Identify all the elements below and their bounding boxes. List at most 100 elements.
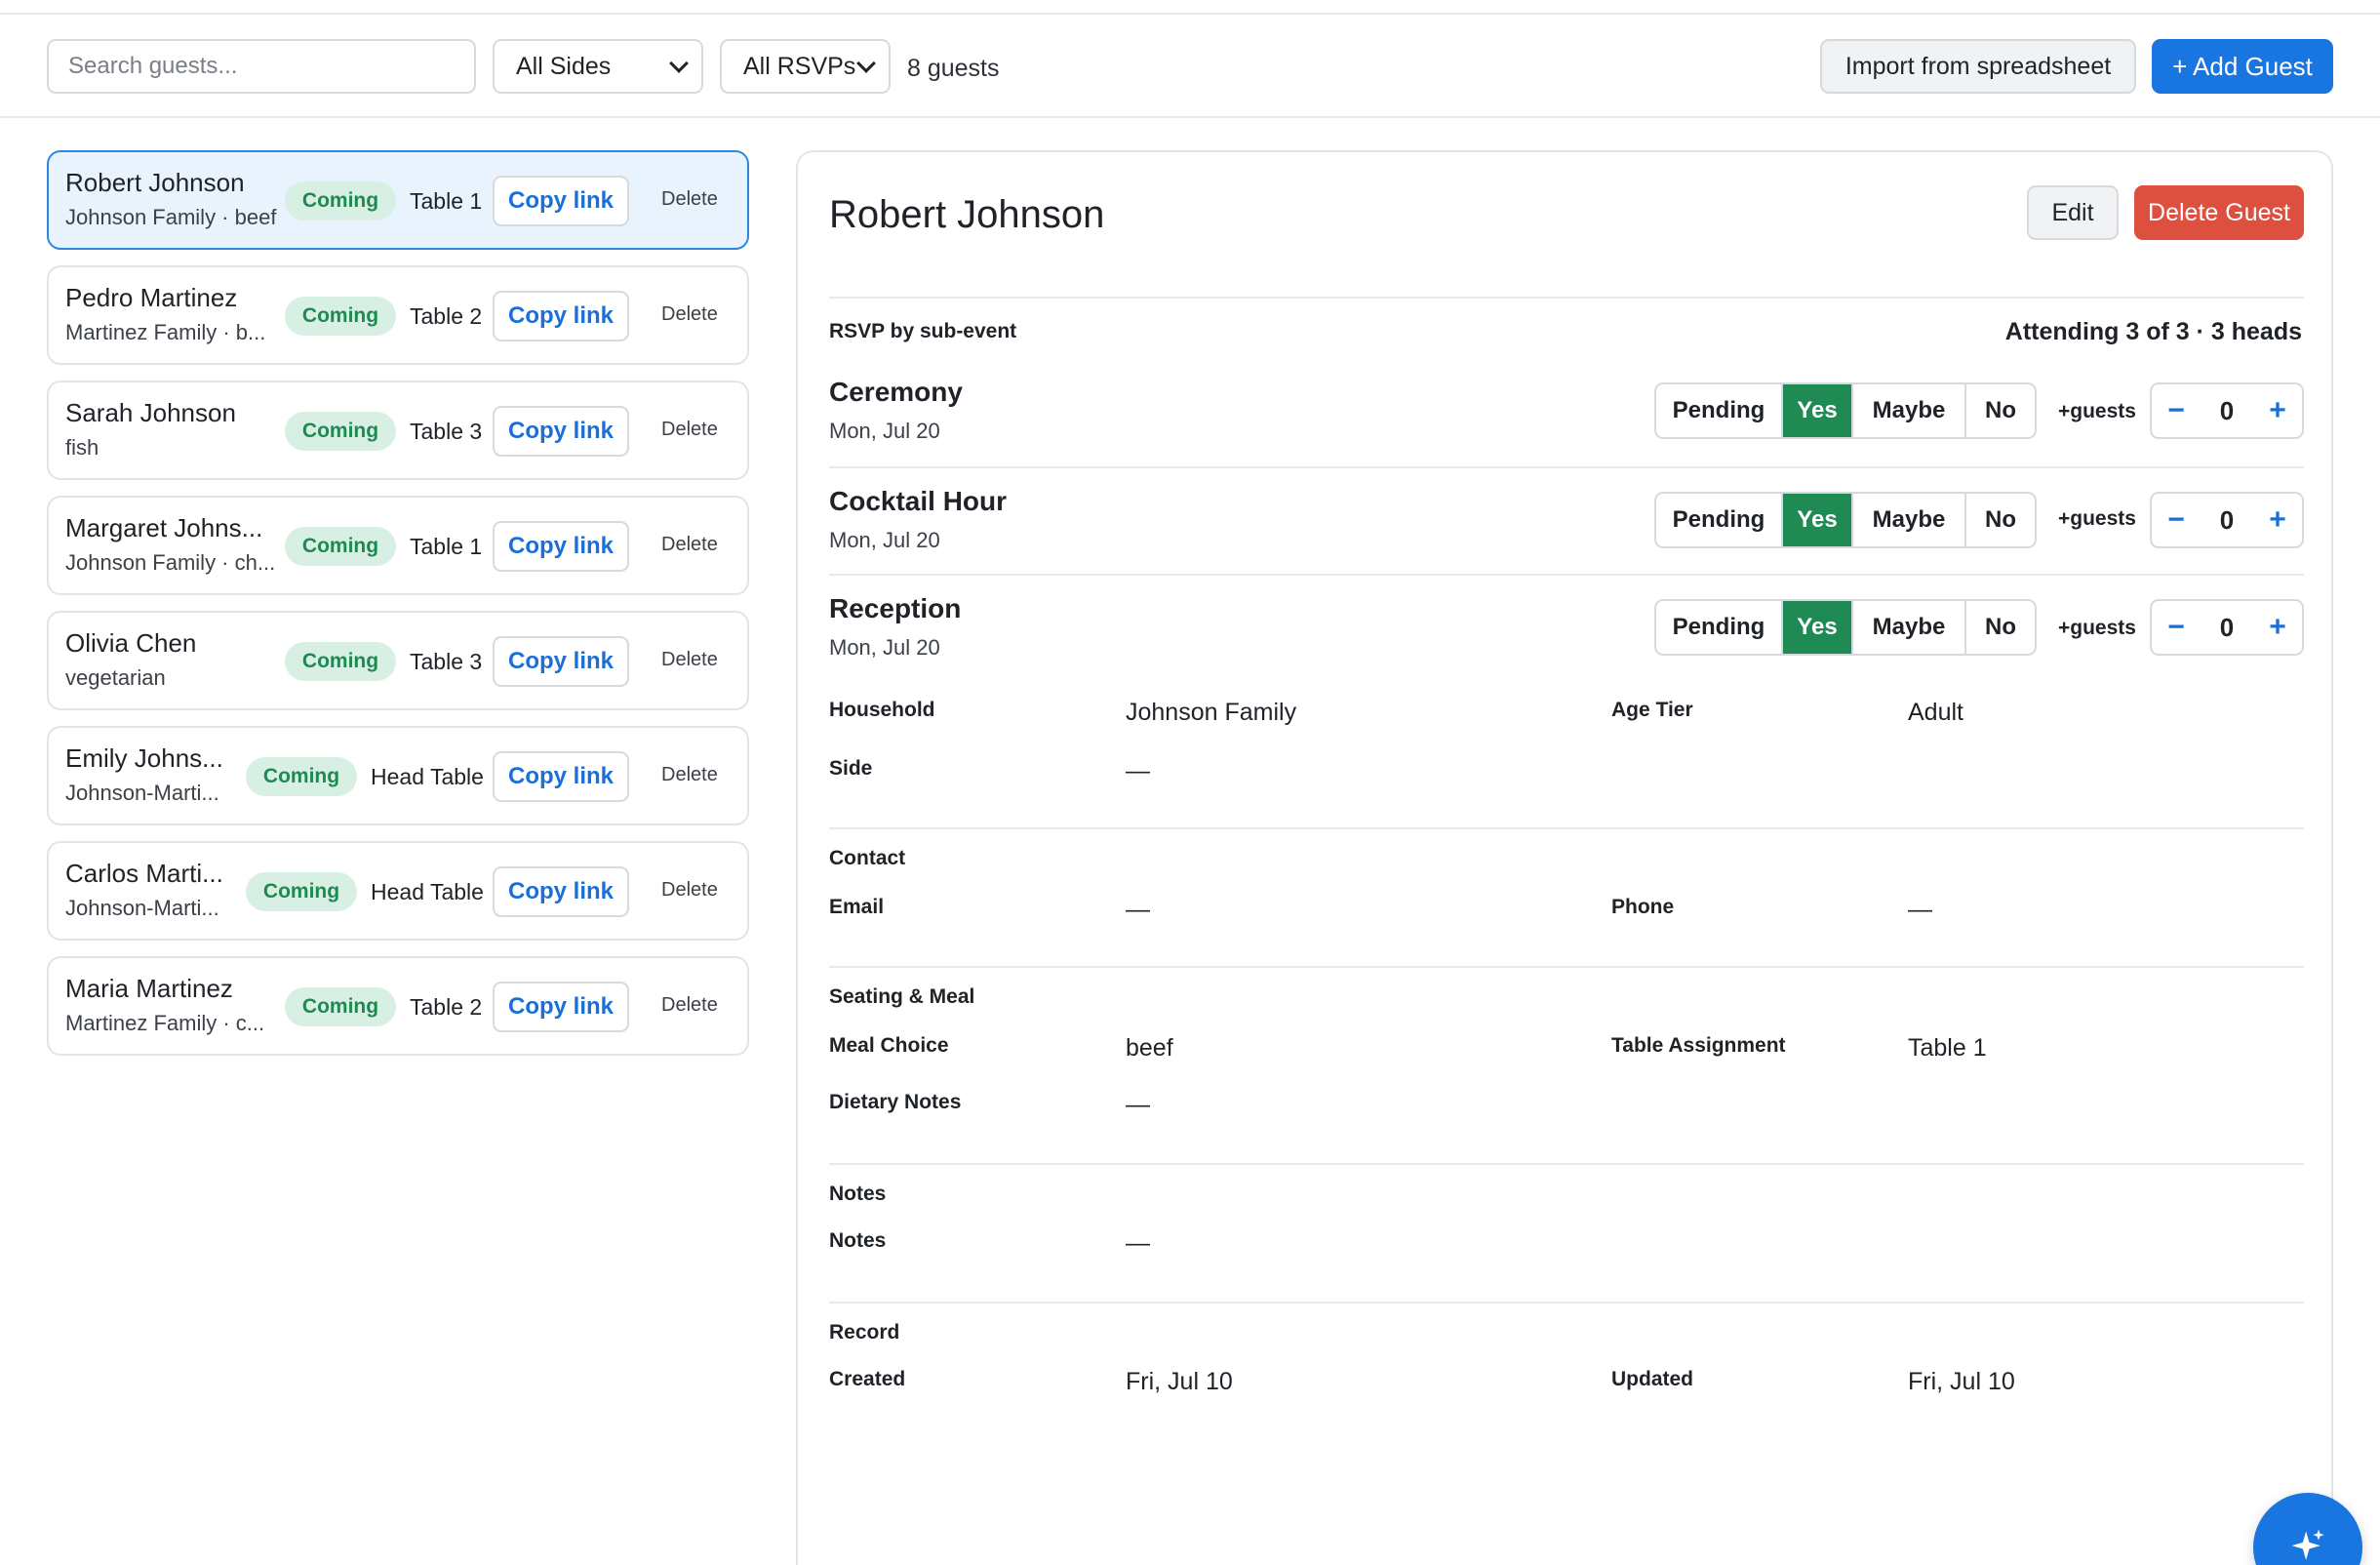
guest-subtitle: Johnson Family · ch... bbox=[65, 550, 276, 575]
record-heading: Record bbox=[829, 1321, 900, 1344]
minus-icon[interactable]: − bbox=[2152, 394, 2201, 427]
minus-icon[interactable]: − bbox=[2152, 611, 2201, 644]
guest-card[interactable]: Robert Johnson Johnson Family · beef Com… bbox=[47, 150, 749, 250]
table-label: Table 2 bbox=[410, 303, 483, 329]
plus-guests-stepper: − 0 + bbox=[2150, 599, 2304, 656]
delete-link[interactable]: Delete bbox=[661, 534, 718, 556]
table-label: Table 2 bbox=[410, 994, 483, 1020]
phone-label: Phone bbox=[1611, 896, 1675, 918]
copy-link-button[interactable]: Copy link bbox=[493, 291, 629, 341]
add-guest-button[interactable]: + Add Guest bbox=[2152, 39, 2333, 94]
rsvp-filter-select[interactable]: All RSVPs bbox=[720, 39, 891, 94]
rsvp-option-maybe[interactable]: Maybe bbox=[1853, 601, 1966, 654]
dietary-notes-value: — bbox=[1126, 1091, 1150, 1118]
contact-heading: Contact bbox=[829, 847, 906, 869]
copy-link-button[interactable]: Copy link bbox=[493, 751, 629, 802]
guest-name: Maria Martinez bbox=[65, 974, 233, 1003]
search-input[interactable] bbox=[47, 39, 476, 94]
plus-guests-value: 0 bbox=[2219, 504, 2235, 535]
plus-guests-label: +guests bbox=[2058, 507, 2136, 530]
delete-link[interactable]: Delete bbox=[661, 649, 718, 671]
event-date: Mon, Jul 20 bbox=[829, 419, 940, 443]
rsvp-option-pending[interactable]: Pending bbox=[1656, 601, 1783, 654]
import-spreadsheet-button[interactable]: Import from spreadsheet bbox=[1820, 39, 2136, 94]
plus-guests-label: +guests bbox=[2058, 400, 2136, 422]
chevron-down-icon bbox=[856, 54, 876, 73]
plus-icon[interactable]: + bbox=[2253, 503, 2302, 537]
rsvp-option-yes[interactable]: Yes bbox=[1783, 601, 1853, 654]
minus-icon[interactable]: − bbox=[2152, 503, 2201, 537]
copy-link-button[interactable]: Copy link bbox=[493, 406, 629, 457]
delete-link[interactable]: Delete bbox=[661, 879, 718, 902]
divider bbox=[829, 1302, 2304, 1304]
guest-name: Carlos Marti... bbox=[65, 859, 223, 888]
notes-label: Notes bbox=[829, 1229, 887, 1252]
edit-button[interactable]: Edit bbox=[2027, 185, 2119, 240]
page-title: Robert Johnson bbox=[829, 193, 1105, 236]
plus-icon[interactable]: + bbox=[2253, 611, 2302, 644]
plus-guests-value: 0 bbox=[2219, 612, 2235, 642]
email-value: — bbox=[1126, 896, 1150, 923]
guest-count: 8 guests bbox=[907, 55, 1000, 82]
rsvp-option-no[interactable]: No bbox=[1966, 494, 2035, 546]
divider bbox=[829, 297, 2304, 299]
rsvp-option-no[interactable]: No bbox=[1966, 384, 2035, 437]
guest-subtitle: Johnson-Marti... bbox=[65, 896, 219, 920]
notes-heading: Notes bbox=[829, 1183, 887, 1205]
side-filter-select[interactable]: All Sides bbox=[493, 39, 703, 94]
plus-guests-label: +guests bbox=[2058, 617, 2136, 639]
divider bbox=[829, 1163, 2304, 1165]
guest-card[interactable]: Maria Martinez Martinez Family · c... Co… bbox=[47, 956, 749, 1056]
copy-link-button[interactable]: Copy link bbox=[493, 866, 629, 917]
attending-summary: Attending 3 of 3 · 3 heads bbox=[2004, 318, 2302, 345]
seating-meal-heading: Seating & Meal bbox=[829, 985, 975, 1008]
copy-link-button[interactable]: Copy link bbox=[493, 176, 629, 226]
delete-link[interactable]: Delete bbox=[661, 303, 718, 326]
rsvp-option-maybe[interactable]: Maybe bbox=[1853, 384, 1966, 437]
email-label: Email bbox=[829, 896, 885, 918]
dietary-notes-label: Dietary Notes bbox=[829, 1091, 962, 1113]
guest-card[interactable]: Sarah Johnson fish Coming Table 3 Copy l… bbox=[47, 381, 749, 480]
notes-value: — bbox=[1126, 1229, 1150, 1257]
copy-link-button[interactable]: Copy link bbox=[493, 636, 629, 687]
rsvp-segmented-control: Pending Yes Maybe No bbox=[1654, 492, 2037, 548]
guest-name: Margaret Johns... bbox=[65, 513, 263, 542]
delete-link[interactable]: Delete bbox=[661, 994, 718, 1017]
rsvp-option-no[interactable]: No bbox=[1966, 601, 2035, 654]
created-value: Fri, Jul 10 bbox=[1126, 1368, 1233, 1395]
plus-icon[interactable]: + bbox=[2253, 394, 2302, 427]
guest-card[interactable]: Carlos Marti... Johnson-Marti... Coming … bbox=[47, 841, 749, 941]
side-label: Side bbox=[829, 757, 873, 780]
rsvp-option-yes[interactable]: Yes bbox=[1783, 494, 1853, 546]
guest-card[interactable]: Olivia Chen vegetarian Coming Table 3 Co… bbox=[47, 611, 749, 710]
meal-choice-value: beef bbox=[1126, 1034, 1173, 1062]
rsvp-option-pending[interactable]: Pending bbox=[1656, 494, 1783, 546]
rsvp-option-pending[interactable]: Pending bbox=[1656, 384, 1783, 437]
plus-guests-stepper: − 0 + bbox=[2150, 382, 2304, 439]
household-value: Johnson Family bbox=[1126, 699, 1297, 726]
rsvp-option-maybe[interactable]: Maybe bbox=[1853, 494, 1966, 546]
guest-detail-panel: Robert Johnson Edit Delete Guest RSVP by… bbox=[796, 150, 2333, 1565]
delete-guest-button[interactable]: Delete Guest bbox=[2134, 185, 2304, 240]
guest-card[interactable]: Emily Johns... Johnson-Marti... Coming H… bbox=[47, 726, 749, 825]
table-assignment-value: Table 1 bbox=[1908, 1034, 1987, 1062]
delete-link[interactable]: Delete bbox=[661, 419, 718, 441]
side-value: — bbox=[1126, 757, 1150, 784]
rsvp-option-yes[interactable]: Yes bbox=[1783, 384, 1853, 437]
guest-card[interactable]: Pedro Martinez Martinez Family · b... Co… bbox=[47, 265, 749, 365]
divider bbox=[829, 966, 2304, 968]
guest-card[interactable]: Margaret Johns... Johnson Family · ch...… bbox=[47, 496, 749, 595]
status-badge: Coming bbox=[285, 987, 396, 1026]
chevron-down-icon bbox=[669, 54, 689, 73]
age-tier-label: Age Tier bbox=[1611, 699, 1693, 721]
copy-link-button[interactable]: Copy link bbox=[493, 982, 629, 1032]
event-date: Mon, Jul 20 bbox=[829, 635, 940, 660]
updated-value: Fri, Jul 10 bbox=[1908, 1368, 2015, 1395]
guest-subtitle: Johnson-Marti... bbox=[65, 781, 219, 805]
delete-link[interactable]: Delete bbox=[661, 188, 718, 211]
created-label: Created bbox=[829, 1368, 906, 1390]
table-label: Head Table bbox=[371, 879, 484, 904]
delete-link[interactable]: Delete bbox=[661, 764, 718, 786]
table-label: Head Table bbox=[371, 764, 484, 789]
copy-link-button[interactable]: Copy link bbox=[493, 521, 629, 572]
